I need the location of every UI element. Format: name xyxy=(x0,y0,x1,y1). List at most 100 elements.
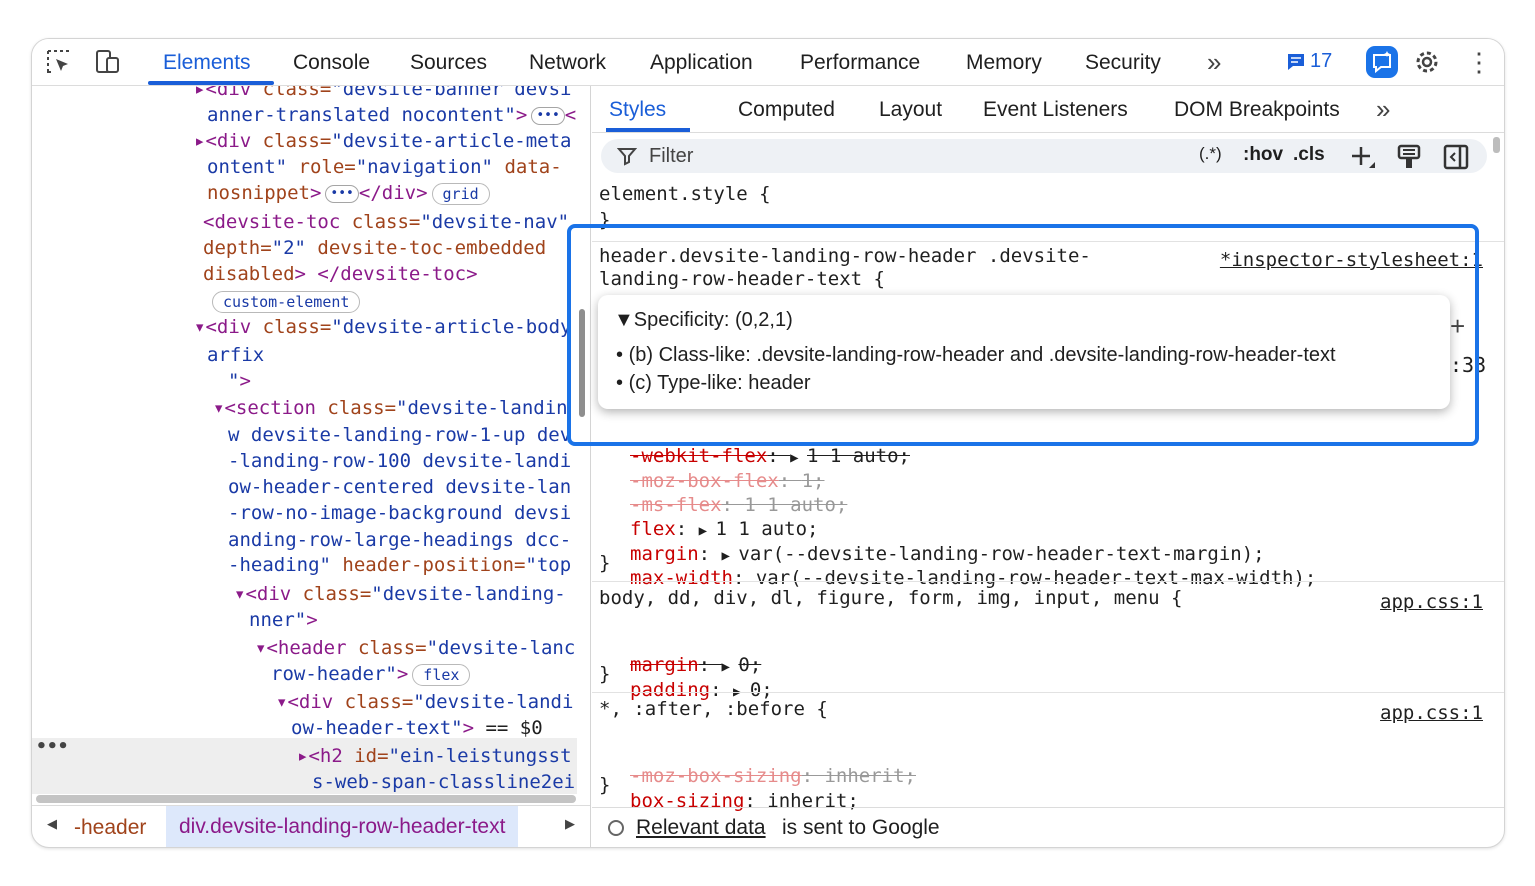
property-value[interactable]: 0; xyxy=(738,654,761,676)
element-style-selector[interactable]: element.style { xyxy=(599,183,771,205)
css-property[interactable]: -ms-flex: 1 1 auto; xyxy=(630,494,847,516)
ellipsis-button[interactable]: ••• xyxy=(531,106,565,125)
node-badge[interactable]: grid xyxy=(431,182,490,205)
breadcrumb-left-icon[interactable]: ◀ xyxy=(47,816,57,832)
tab-application[interactable]: Application xyxy=(650,51,753,75)
breadcrumb-item-selected[interactable]: div.devsite-landing-row-header-text xyxy=(166,806,519,847)
dom-node-line[interactable]: ▾<div class="devsite-landi xyxy=(276,691,573,713)
rule-source-link[interactable]: app.css:1 xyxy=(1380,591,1483,613)
property-value[interactable]: 1 1 auto; xyxy=(744,494,847,516)
subtab-dom-breakpoints[interactable]: DOM Breakpoints xyxy=(1174,98,1340,122)
property-value[interactable]: 1; xyxy=(802,470,825,492)
property-name[interactable]: max-width xyxy=(630,567,733,589)
panel-divider[interactable] xyxy=(590,86,591,847)
dom-node-line[interactable]: disabled> </devsite-toc> xyxy=(203,263,478,285)
property-name[interactable]: -ms-flex xyxy=(630,494,722,516)
kebab-menu-icon[interactable]: ⋮ xyxy=(1466,47,1492,78)
tab-performance[interactable]: Performance xyxy=(800,51,920,75)
dom-node-line[interactable]: -row-no-image-background devsi xyxy=(228,502,571,524)
dom-node-line[interactable]: ontent" role="navigation" data- xyxy=(207,156,562,178)
dom-node-line[interactable]: w devsite-landing-row-1-up dev xyxy=(228,424,571,446)
css-property[interactable]: margin: ▶ 0; xyxy=(630,654,761,676)
dom-node-line[interactable]: row-header"> flex xyxy=(271,663,471,686)
dom-node-line[interactable]: ▾<header class="devsite-lanc xyxy=(255,637,575,659)
property-value[interactable]: 1 1 auto; xyxy=(807,445,910,467)
dom-node-line[interactable]: ▾<div class="devsite-article-body xyxy=(194,316,572,338)
property-value[interactable]: var(--devsite-landing-row-header-text-ma… xyxy=(756,567,1317,589)
tab-security[interactable]: Security xyxy=(1085,51,1161,75)
dom-node-line[interactable]: depth="2" devsite-toc-embedded xyxy=(203,237,546,259)
expand-icon[interactable]: ▶ xyxy=(722,548,739,564)
dom-node-line[interactable]: anding-row-large-headings dcc- xyxy=(228,529,571,551)
hov-toggle[interactable]: :hov xyxy=(1243,144,1283,166)
breadcrumb-right-icon[interactable]: ▶ xyxy=(565,816,575,832)
dom-node-line[interactable]: ▸<div class="devsite-banner devsi xyxy=(194,86,572,100)
relevant-data-link[interactable]: Relevant data xyxy=(636,816,766,840)
css-property[interactable]: margin: ▶ var(--devsite-landing-row-head… xyxy=(630,543,1265,565)
property-value[interactable]: var(--devsite-landing-row-header-text-ma… xyxy=(738,543,1264,565)
subtab-layout[interactable]: Layout xyxy=(879,98,942,122)
dom-node-line[interactable]: anner-translated nocontent"> ••• < xyxy=(207,104,576,126)
node-badge[interactable]: custom-element xyxy=(212,290,361,313)
filter-input[interactable]: Filter xyxy=(649,145,693,168)
rule-selector[interactable]: *, :after, :before { xyxy=(599,698,828,720)
css-property[interactable]: flex: ▶ 1 1 auto; xyxy=(630,518,818,540)
dom-node-line[interactable]: -heading" header-position="top xyxy=(228,554,571,576)
dom-node-line[interactable]: ▸<h2 id="ein-leistungsst xyxy=(297,745,572,767)
tooltip-title-row[interactable]: ▼Specificity: (0,2,1) xyxy=(614,309,793,332)
dom-node-line[interactable]: ▾<div class="devsite-landing- xyxy=(234,583,566,605)
node-badge[interactable]: flex xyxy=(412,663,471,686)
expand-icon[interactable]: ▶ xyxy=(790,450,807,466)
inspect-element-icon[interactable] xyxy=(46,49,72,75)
property-name[interactable]: -webkit-flex xyxy=(630,445,767,467)
dom-node-line[interactable]: ow-header-text"> == $0 xyxy=(291,717,543,739)
css-property[interactable]: -moz-box-sizing: inherit; xyxy=(630,765,916,787)
node-actions-icon[interactable]: ••• xyxy=(36,736,69,757)
dom-node-line[interactable]: custom-element xyxy=(208,290,361,313)
tab-memory[interactable]: Memory xyxy=(966,51,1042,75)
ai-assistant-icon[interactable] xyxy=(1366,46,1398,78)
rule-source-link[interactable]: app.css:1 xyxy=(1380,702,1483,724)
css-property[interactable]: -moz-box-flex: 1; xyxy=(630,470,825,492)
paint-brush-icon[interactable] xyxy=(1397,144,1421,170)
tab-console[interactable]: Console xyxy=(293,51,370,75)
subtab-styles[interactable]: Styles xyxy=(609,98,666,122)
subtab-computed[interactable]: Computed xyxy=(738,98,835,122)
chevrons-right-icon[interactable]: » xyxy=(1207,47,1221,78)
add-rule-icon[interactable] xyxy=(1349,144,1377,170)
gear-icon[interactable] xyxy=(1412,47,1442,77)
tab-elements[interactable]: Elements xyxy=(163,51,251,75)
property-name[interactable]: -moz-box-sizing xyxy=(630,765,802,787)
dom-tree[interactable]: ••• ▸<div class="devsite-banner devsi ann… xyxy=(32,86,577,794)
property-value[interactable]: inherit; xyxy=(824,765,916,787)
dom-horizontal-scrollbar[interactable] xyxy=(36,795,576,803)
dom-node-line[interactable]: -landing-row-100 devsite-landi xyxy=(228,450,571,472)
css-property[interactable]: -webkit-flex: ▶ 1 1 auto; xyxy=(630,445,910,467)
css-property[interactable]: max-width: var(--devsite-landing-row-hea… xyxy=(630,567,1316,589)
expand-icon[interactable]: ▶ xyxy=(699,523,716,539)
sidebar-toggle-icon[interactable] xyxy=(1443,144,1469,170)
ellipsis-button[interactable]: ••• xyxy=(325,184,359,203)
dom-node-line[interactable]: nosnippet> ••• </div> grid xyxy=(207,182,490,205)
radio-icon[interactable] xyxy=(608,820,624,836)
tab-sources[interactable]: Sources xyxy=(410,51,487,75)
issues-badge[interactable]: 17 xyxy=(1286,50,1332,73)
dom-node-line[interactable]: nner"> xyxy=(249,609,318,631)
expand-icon[interactable]: ▶ xyxy=(722,659,739,675)
breadcrumb-item[interactable]: -header xyxy=(74,816,146,840)
styles-scrollbar[interactable] xyxy=(1493,137,1500,153)
tab-network[interactable]: Network xyxy=(529,51,606,75)
dom-node-line[interactable]: ▾<section class="devsite-landin xyxy=(213,397,568,419)
property-name[interactable]: margin xyxy=(630,543,699,565)
dom-node-line[interactable]: s-web-span-classline2ei xyxy=(312,771,575,793)
cls-toggle[interactable]: .cls xyxy=(1293,144,1325,166)
property-value[interactable]: 1 1 auto; xyxy=(716,518,819,540)
dom-node-line[interactable]: arfix xyxy=(207,344,264,366)
dom-node-line[interactable]: ▸<div class="devsite-article-meta xyxy=(194,130,572,152)
device-toolbar-icon[interactable] xyxy=(94,49,120,75)
dom-node-line[interactable]: ow-header-centered devsite-lan xyxy=(228,476,571,498)
subtab-event-listeners[interactable]: Event Listeners xyxy=(983,98,1128,122)
chevrons-right-icon[interactable]: » xyxy=(1376,94,1390,125)
property-name[interactable]: -moz-box-flex xyxy=(630,470,779,492)
dom-node-line[interactable]: "> xyxy=(228,370,251,392)
